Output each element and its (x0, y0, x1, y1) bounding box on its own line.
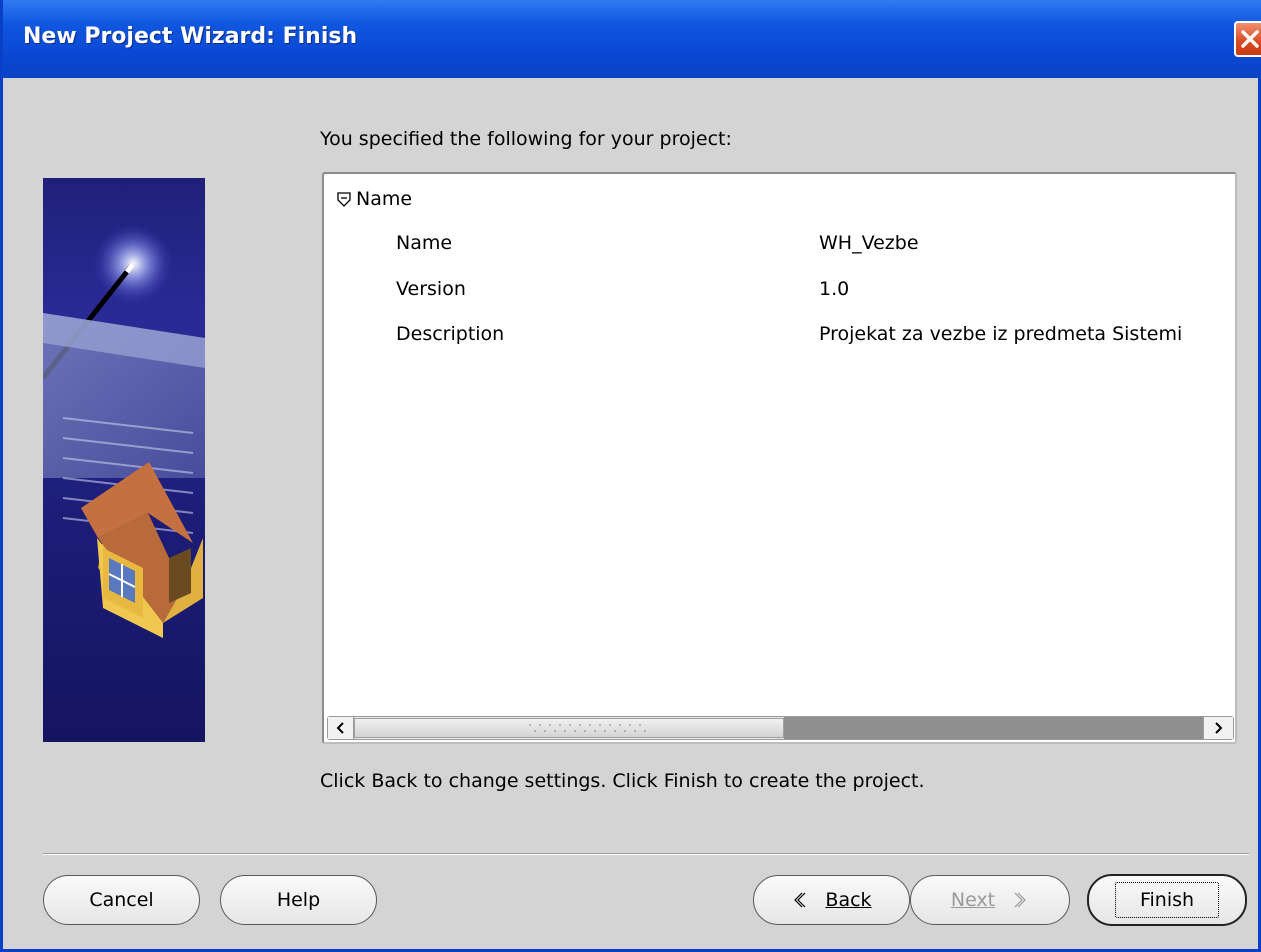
wizard-banner-image (43, 178, 205, 742)
grip-icon (529, 724, 646, 732)
property-value-name: WH_Vezbe (819, 232, 919, 254)
scroll-left-button[interactable] (328, 717, 354, 739)
cancel-button[interactable]: Cancel (43, 875, 200, 925)
horizontal-scrollbar[interactable] (327, 716, 1234, 740)
wizard-dialog: New Project Wizard: Finish You specified… (0, 0, 1261, 952)
chevron-left-icon (794, 892, 806, 908)
footer-message: Click Back to change settings. Click Fin… (320, 770, 925, 792)
separator (43, 853, 1249, 855)
tree-group-label: Name (356, 188, 413, 210)
property-label-name: Name (396, 232, 453, 254)
help-button-label: Help (276, 889, 321, 911)
project-summary-panel: Name Name WH_Vezbe Version 1.0 Descripti… (322, 172, 1237, 744)
back-button-label: Back (825, 889, 872, 911)
window-title: New Project Wizard: Finish (23, 24, 358, 49)
property-label-description: Description (396, 323, 505, 345)
scroll-right-button[interactable] (1203, 717, 1233, 739)
tree-group-name[interactable]: Name (336, 188, 412, 210)
next-button-label: Next (950, 889, 996, 911)
property-value-description: Projekat za vezbe iz predmeta Sistemi (819, 323, 1183, 345)
close-icon (1241, 30, 1259, 48)
close-button[interactable] (1234, 21, 1261, 57)
cancel-button-label: Cancel (89, 889, 154, 911)
chevron-right-icon (1014, 892, 1026, 908)
property-value-version: 1.0 (819, 278, 850, 300)
arrow-right-icon (1215, 722, 1223, 734)
title-bar[interactable]: New Project Wizard: Finish (3, 0, 1261, 78)
collapse-icon[interactable] (336, 191, 352, 207)
back-button[interactable]: Back (753, 875, 910, 925)
finish-button-label: Finish (1114, 882, 1220, 918)
property-label-version: Version (396, 278, 466, 300)
scroll-thumb[interactable] (354, 718, 784, 738)
scroll-track[interactable] (784, 717, 1204, 739)
intro-text: You specified the following for your pro… (320, 128, 732, 150)
next-button: Next (910, 875, 1070, 925)
help-button[interactable]: Help (220, 875, 377, 925)
arrow-left-icon (336, 722, 344, 734)
finish-button[interactable]: Finish (1087, 874, 1247, 926)
